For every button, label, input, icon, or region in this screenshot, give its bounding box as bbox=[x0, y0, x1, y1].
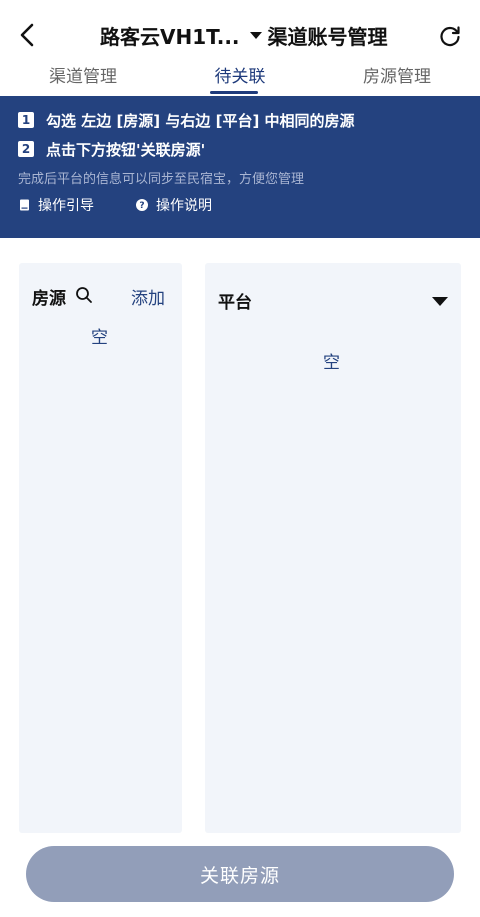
svg-text:?: ? bbox=[139, 201, 144, 211]
refresh-icon bbox=[440, 26, 460, 47]
listing-panel: 房源 添加 空 bbox=[19, 263, 182, 833]
question-circle-icon: ? bbox=[136, 199, 148, 211]
listing-panel-title: 房源 bbox=[32, 289, 66, 309]
tab-pending-link[interactable]: 待关联 bbox=[160, 62, 320, 92]
add-listing-button[interactable]: 添加 bbox=[131, 284, 165, 309]
caret-down-icon bbox=[249, 31, 262, 39]
tab-bar: 渠道管理 待关联 房源管理 bbox=[0, 58, 480, 96]
tab-listing-management[interactable]: 房源管理 bbox=[317, 62, 477, 92]
step-text: 点击下方按钮'关联房源' bbox=[46, 140, 206, 159]
account-selector[interactable]: 路客云VH1T... 渠道账号管理 bbox=[100, 20, 388, 50]
account-name: 路客云VH1T... bbox=[100, 24, 240, 49]
step-text: 勾选 左边 [房源] 与右边 [平台] 中相同的房源 bbox=[46, 111, 355, 130]
chevron-left-icon bbox=[20, 23, 34, 47]
help-link-label: 操作说明 bbox=[156, 198, 212, 214]
guide-link[interactable]: 操作引导 bbox=[18, 195, 94, 215]
active-tab-indicator bbox=[210, 91, 258, 94]
tab-channel-management[interactable]: 渠道管理 bbox=[3, 62, 163, 92]
page-title: 渠道账号管理 bbox=[267, 24, 388, 49]
book-icon bbox=[18, 199, 30, 211]
platform-panel-title: 平台 bbox=[218, 293, 252, 313]
instruction-banner: 1 勾选 左边 [房源] 与右边 [平台] 中相同的房源 2 点击下方按钮'关联… bbox=[0, 96, 480, 238]
platform-empty-text: 空 bbox=[323, 353, 340, 373]
help-link[interactable]: ? 操作说明 bbox=[136, 195, 212, 215]
platform-dropdown-caret-icon[interactable] bbox=[432, 297, 448, 306]
platform-panel: 平台 空 bbox=[205, 263, 461, 833]
step-number: 2 bbox=[18, 141, 34, 157]
step-1: 1 勾选 左边 [房源] 与右边 [平台] 中相同的房源 bbox=[18, 109, 355, 131]
banner-note: 完成后平台的信息可以同步至民宿宝，方便您管理 bbox=[18, 172, 305, 187]
guide-link-label: 操作引导 bbox=[38, 198, 94, 214]
listing-empty-text: 空 bbox=[91, 328, 108, 348]
back-button[interactable] bbox=[14, 22, 40, 48]
step-2: 2 点击下方按钮'关联房源' bbox=[18, 138, 205, 160]
step-number: 1 bbox=[18, 112, 34, 128]
refresh-button[interactable] bbox=[436, 22, 464, 50]
search-icon[interactable] bbox=[75, 286, 93, 304]
link-listing-button[interactable]: 关联房源 bbox=[26, 846, 454, 902]
